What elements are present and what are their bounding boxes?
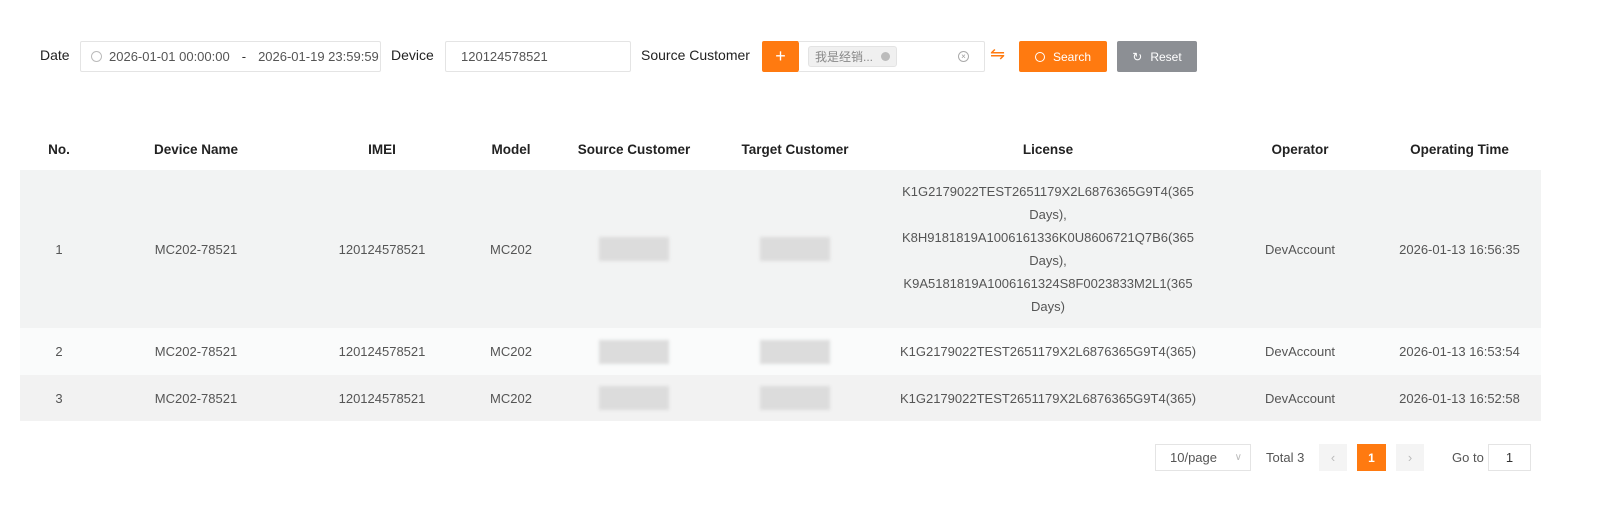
cell-no: 1	[55, 241, 63, 257]
license-line: Days)	[1031, 299, 1065, 314]
redacted-value	[599, 339, 669, 364]
redacted-value	[760, 386, 830, 411]
device-input[interactable]: 120124578521	[445, 41, 631, 72]
cell-target-customer	[716, 170, 874, 328]
reset-button[interactable]: ↻ Reset	[1117, 41, 1197, 72]
col-license: License	[1022, 141, 1074, 157]
cell-source-customer	[552, 328, 716, 375]
refresh-icon: ↻	[1132, 49, 1143, 64]
customer-tag: 我是经销...	[808, 46, 898, 67]
col-target-customer: Target Customer	[741, 141, 849, 157]
prev-page-button[interactable]: ‹	[1319, 444, 1347, 471]
cell-imei: 120124578521	[338, 241, 426, 257]
cell-no: 2	[55, 344, 63, 359]
cell-license: K1G2179022TEST2651179X2L6876365G9T4(365 D…	[874, 170, 1222, 328]
clock-icon	[91, 51, 102, 62]
date-range-picker[interactable]: 2026-01-01 00:00:00 - 2026-01-19 23:59:5…	[80, 41, 381, 72]
cell-target-customer	[716, 375, 874, 421]
cell-operator: DevAccount	[1264, 390, 1336, 406]
license-line: K9A5181819A1006161324S8F0023833M2L1(365	[903, 276, 1193, 291]
reset-button-label: Reset	[1150, 49, 1182, 64]
tag-close-icon[interactable]	[881, 52, 891, 61]
col-device-name: Device Name	[153, 141, 239, 157]
cell-target-customer	[716, 328, 874, 375]
cell-source-customer	[552, 170, 716, 328]
cell-source-customer	[552, 375, 716, 421]
source-customer-select[interactable]: 我是经销... ×	[798, 41, 985, 72]
cell-device-name: MC202-78521	[154, 241, 238, 257]
redacted-value	[760, 237, 830, 262]
cell-license: K1G2179022TEST2651179X2L6876365G9T4(365)	[874, 375, 1222, 421]
table-header: No. Device Name IMEI Model Source Custom…	[20, 128, 1541, 170]
redacted-value	[599, 386, 669, 411]
clear-icon[interactable]: ×	[958, 51, 969, 62]
chevron-right-icon: ›	[1407, 450, 1413, 465]
cell-no: 3	[55, 390, 63, 406]
customer-tag-label: 我是经销...	[815, 50, 874, 64]
col-operator: Operator	[1271, 141, 1329, 157]
cell-model: MC202	[490, 344, 532, 359]
search-button-label: Search	[1052, 49, 1092, 64]
chevron-left-icon: ‹	[1330, 450, 1336, 465]
search-button[interactable]: Search	[1019, 41, 1107, 72]
col-operating-time: Operating Time	[1410, 141, 1509, 157]
redacted-value	[760, 339, 830, 364]
date-start[interactable]: 2026-01-01 00:00:00	[109, 49, 230, 64]
license-line: K8H9181819A1006161336K0U8606721Q7B6(365	[901, 230, 1195, 245]
cell-model: MC202	[490, 390, 532, 406]
cell-device-name: MC202-78521	[154, 390, 238, 406]
page-size-select[interactable]: 10/page ∨	[1155, 444, 1251, 471]
table-row: 3 MC202-78521 120124578521 MC202 K1G2179022T…	[20, 375, 1541, 421]
date-end[interactable]: 2026-01-19 23:59:59	[258, 49, 379, 64]
date-label: Date	[40, 47, 70, 63]
chevron-down-icon: ∨	[1234, 452, 1242, 463]
table-row: 1 MC202-78521 120124578521 MC202 K1G2179022T…	[20, 170, 1541, 328]
cell-operating-time: 2026-01-13 16:52:58	[1399, 390, 1520, 406]
table-row: 2 MC202-78521 120124578521 MC202 K1G2179022T…	[20, 328, 1541, 375]
swap-icon[interactable]: ⇋	[990, 44, 1005, 65]
cell-operating-time: 2026-01-13 16:53:54	[1399, 344, 1520, 359]
plus-icon: +	[775, 46, 786, 66]
license-line: Days),	[1029, 253, 1067, 268]
cell-license: K1G2179022TEST2651179X2L6876365G9T4(365)	[874, 328, 1222, 375]
license-line: K1G2179022TEST2651179X2L6876365G9T4(365)	[899, 390, 1197, 406]
records-table: No. Device Name IMEI Model Source Custom…	[20, 128, 1541, 421]
license-line: K1G2179022TEST2651179X2L6876365G9T4(365)	[899, 344, 1197, 359]
cell-device-name: MC202-78521	[154, 344, 238, 359]
source-customer-label: Source Customer	[641, 47, 750, 63]
cell-imei: 120124578521	[338, 390, 426, 406]
cell-operator: DevAccount	[1264, 241, 1336, 257]
col-source-customer: Source Customer	[577, 141, 691, 157]
col-model: Model	[491, 141, 531, 157]
cell-model: MC202	[490, 241, 532, 257]
license-line: Days),	[1029, 207, 1067, 222]
next-page-button[interactable]: ›	[1396, 444, 1424, 471]
col-no: No.	[48, 141, 70, 157]
add-customer-button[interactable]: +	[762, 41, 799, 72]
device-label: Device	[391, 47, 434, 63]
col-imei: IMEI	[368, 141, 396, 157]
page-1-button[interactable]: 1	[1357, 444, 1386, 471]
total-count: Total 3	[1266, 450, 1305, 465]
page-size-value: 10/page	[1170, 450, 1217, 465]
cell-imei: 120124578521	[338, 344, 426, 359]
goto-page-input[interactable]: 1	[1488, 444, 1531, 471]
license-line: K1G2179022TEST2651179X2L6876365G9T4(365	[902, 184, 1194, 199]
cell-operating-time: 2026-01-13 16:56:35	[1399, 241, 1520, 257]
goto-label: Go to	[1452, 450, 1484, 465]
redacted-value	[599, 237, 669, 262]
search-icon	[1034, 51, 1045, 62]
date-separator: -	[241, 49, 247, 64]
cell-operator: DevAccount	[1264, 344, 1336, 359]
